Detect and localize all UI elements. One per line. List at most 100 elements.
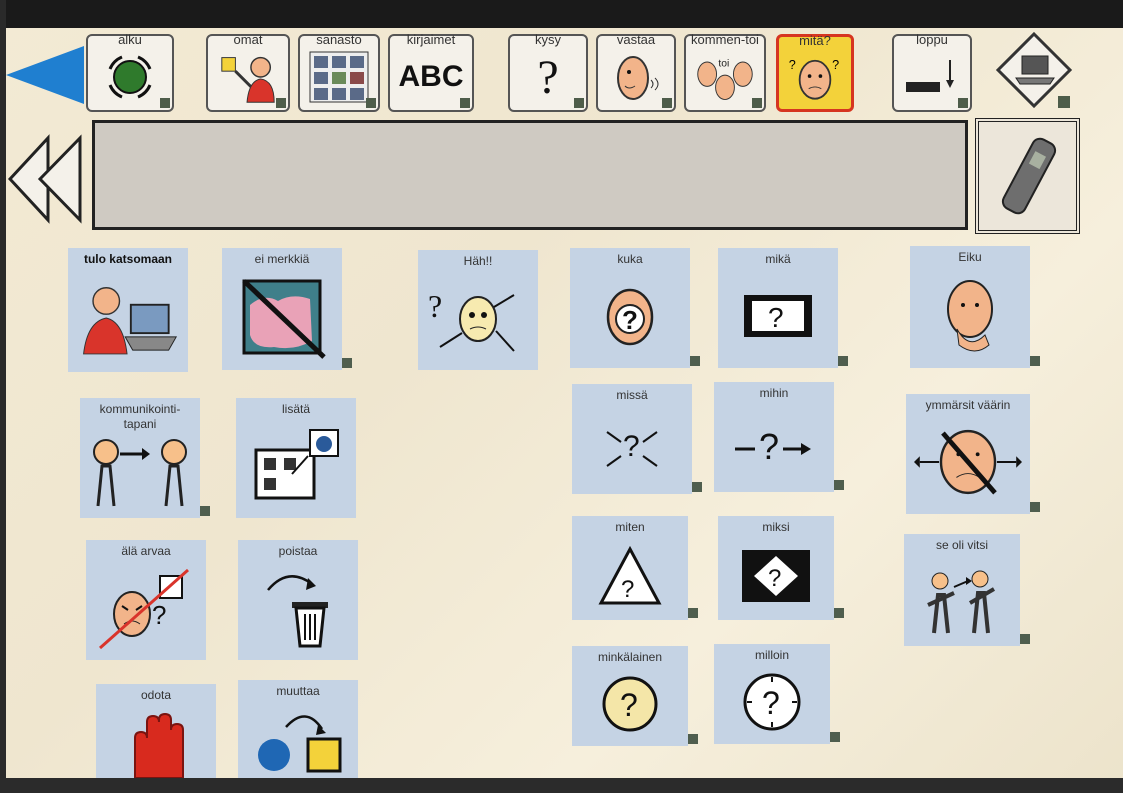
who-head-icon: ?	[578, 272, 682, 360]
cell-label: tulo katsomaan	[83, 252, 173, 266]
cell-label: lisätä	[281, 402, 310, 416]
rewind-button[interactable]	[7, 134, 86, 229]
stop-hand-icon	[104, 708, 208, 778]
symbol-cell-mika[interactable]: mikä ?	[718, 248, 848, 368]
corner-marker	[834, 608, 844, 618]
abc-text: ABC	[398, 60, 464, 93]
toolbar-button-kirjaimet[interactable]: kirjaimet ABC	[388, 32, 474, 112]
phone-button[interactable]	[975, 118, 1080, 234]
toolbar-button-mita[interactable]: mitä? ??	[776, 33, 854, 112]
laptop-diamond-icon	[995, 31, 1073, 109]
symbol-cell-poistaa[interactable]: poistaa	[238, 540, 358, 660]
two-people-talking-icon	[88, 436, 192, 510]
thinking-head-icon	[918, 270, 1022, 360]
joking-people-icon	[912, 558, 1012, 638]
symbol-cell-muuttaa[interactable]: muuttaa	[238, 680, 358, 778]
corner-marker	[838, 356, 848, 366]
symbol-cell-eiku[interactable]: Eiku	[910, 246, 1040, 368]
speaking-face-icon	[606, 52, 666, 102]
cell-label: milloin	[754, 648, 789, 662]
question-text: ?	[537, 50, 559, 104]
toolbar-label: kysy	[535, 32, 561, 47]
corner-marker	[688, 608, 698, 618]
symbol-cell-ymmarsit-vaarin[interactable]: ymmärsit väärin	[906, 394, 1040, 514]
cell-label: Häh!!	[463, 254, 493, 268]
symbol-cell-missa[interactable]: missä ?	[572, 384, 702, 494]
cell-label: minkälainen	[597, 650, 663, 664]
how-triangle-icon: ?	[580, 540, 680, 612]
add-to-grid-icon	[244, 422, 348, 510]
corner-marker	[1030, 356, 1040, 366]
surprised-face-icon: ?	[426, 274, 530, 362]
cell-label: miten	[615, 520, 645, 534]
what-frame-icon: ?	[726, 272, 830, 360]
question-glyph: ?	[622, 305, 638, 335]
toolbar-button-vastaa[interactable]: vastaa	[596, 32, 676, 112]
confused-face-icon: ??	[787, 53, 843, 101]
toolbar-label: vastaa	[616, 32, 656, 47]
svg-text:?: ?	[428, 288, 442, 324]
corner-marker	[834, 480, 844, 490]
corner-marker	[200, 506, 210, 516]
svg-text:?: ?	[789, 58, 796, 72]
where-to-arrow-icon: ?	[722, 406, 826, 484]
corner-marker	[366, 98, 376, 108]
cell-label: mihin	[759, 386, 789, 400]
corner-marker	[276, 98, 286, 108]
symbol-cell-tulo-katsomaan[interactable]: tulo katsomaan	[68, 248, 188, 372]
question-glyph: ?	[768, 302, 784, 333]
symbol-cell-kommunikointitapani[interactable]: kommunikointi-tapani	[80, 398, 210, 518]
change-shape-icon	[246, 704, 350, 778]
symbol-cell-lisata[interactable]: lisätä	[236, 398, 356, 518]
corner-marker	[1020, 634, 1030, 644]
question-glyph: ?	[768, 565, 781, 592]
symbol-cell-ala-arvaa[interactable]: älä arvaa ?	[86, 540, 206, 660]
toolbar-button-kommentoi[interactable]: kommen-toi toi	[684, 32, 766, 112]
vocabulary-grid-icon	[308, 51, 370, 103]
exit-laptop-button[interactable]	[995, 30, 1074, 117]
symbol-cell-milloin[interactable]: milloin ?	[714, 644, 840, 744]
question-glyph: ?	[759, 426, 779, 467]
start-circle-icon	[96, 52, 164, 102]
cell-label: miksi	[762, 520, 790, 534]
person-at-laptop-icon	[76, 272, 180, 364]
svg-text:?: ?	[832, 58, 839, 72]
svg-text:toi: toi	[718, 59, 729, 70]
symbol-cell-ei-merkkia[interactable]: ei merkkiä	[222, 248, 352, 370]
cell-label: kommunikointi-tapani	[99, 402, 181, 431]
person-pointing-icon	[216, 52, 280, 103]
toolbar-button-omat[interactable]: omat	[206, 32, 290, 112]
toolbar-label: omat	[233, 32, 263, 47]
end-keyboard-icon	[902, 52, 962, 102]
question-glyph: ?	[152, 600, 166, 630]
when-clock-icon: ?	[722, 668, 822, 736]
corner-marker	[160, 98, 170, 108]
symbol-cell-minkalainen[interactable]: minkälainen ?	[572, 646, 698, 746]
toolbar-button-alku[interactable]: alku	[86, 32, 174, 112]
abc-icon: ABC	[398, 52, 464, 102]
corner-marker	[688, 734, 698, 744]
message-bar[interactable]	[92, 120, 968, 230]
cell-label: muuttaa	[276, 684, 320, 698]
toolbar-label: kommen-toi	[691, 32, 759, 47]
symbol-cell-odota[interactable]: odota	[96, 684, 216, 778]
symbol-cell-hah[interactable]: Häh!! ?	[418, 250, 538, 370]
back-arrow-button[interactable]	[6, 44, 86, 111]
symbol-cell-miksi[interactable]: miksi ?	[718, 516, 844, 620]
symbol-cell-kuka[interactable]: kuka ?	[570, 248, 700, 368]
screen-bezel-top	[0, 0, 1123, 28]
toolbar-button-kysy[interactable]: kysy ?	[508, 32, 588, 112]
symbol-cell-mihin[interactable]: mihin ?	[714, 382, 844, 492]
corner-marker	[690, 356, 700, 366]
toolbar-button-loppu[interactable]: loppu	[892, 32, 972, 112]
symbol-cell-se-oli-vitsi[interactable]: se oli vitsi	[904, 534, 1030, 646]
where-arrows-icon: ?	[580, 408, 684, 486]
cell-label: Eiku	[958, 250, 982, 264]
cell-label: älä arvaa	[121, 544, 171, 558]
what-kind-circle-icon: ?	[580, 670, 680, 738]
toolbar-label: mitä?	[799, 33, 831, 48]
symbol-cell-miten[interactable]: miten ?	[572, 516, 698, 620]
toolbar-button-sanasto[interactable]: sanasto	[298, 32, 380, 112]
faces-group-icon: toi	[694, 52, 756, 102]
rewind-icon	[7, 134, 82, 224]
